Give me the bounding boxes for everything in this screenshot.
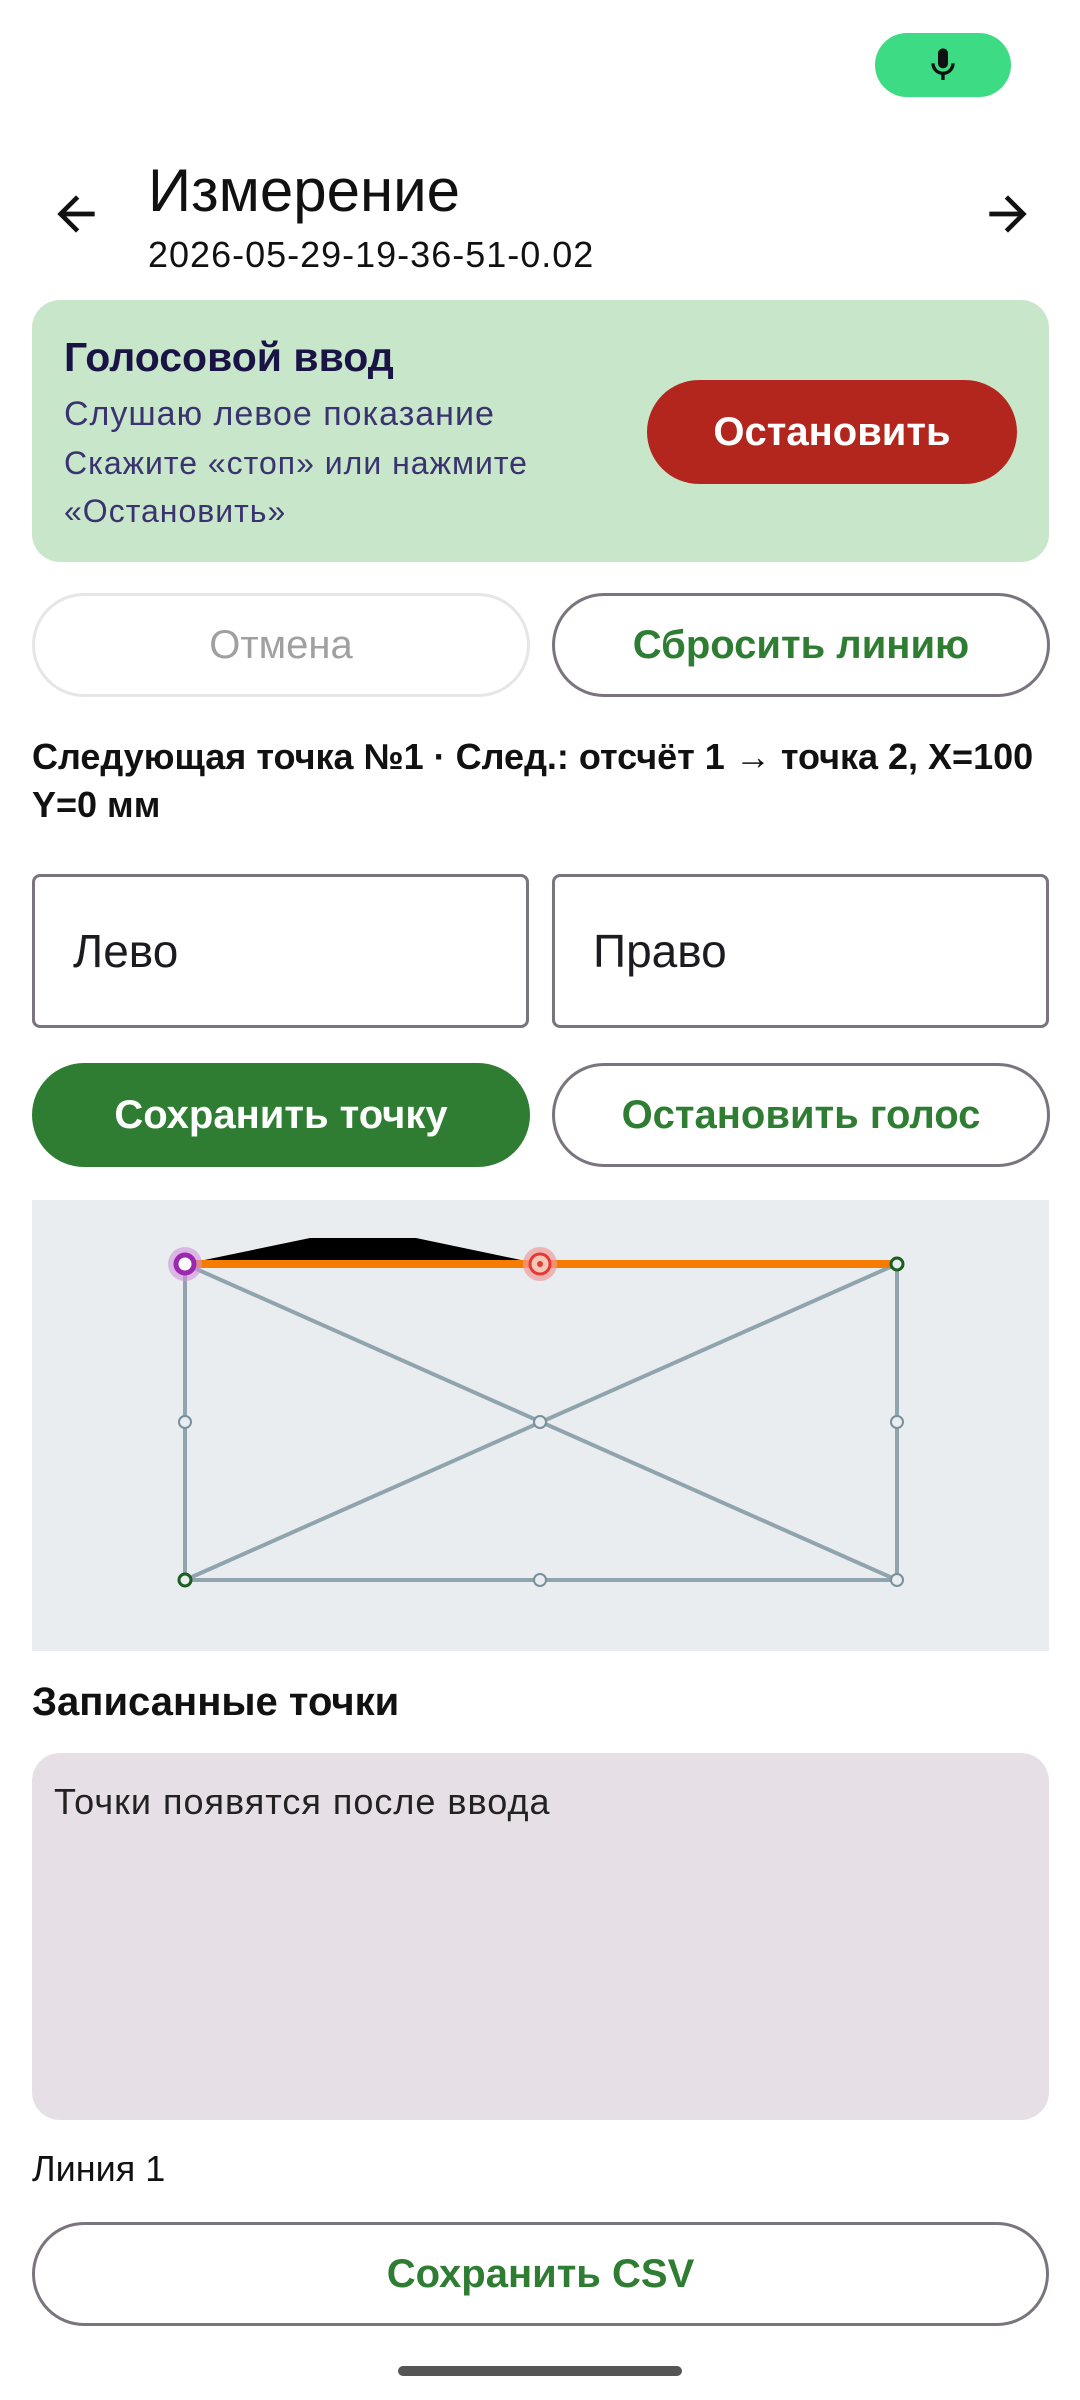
voice-title: Голосовой ввод bbox=[64, 334, 394, 380]
measurement-diagram[interactable] bbox=[32, 1200, 1049, 1651]
left-reading-input[interactable] bbox=[35, 877, 526, 1025]
reset-line-button[interactable]: Сбросить линию bbox=[552, 593, 1050, 697]
line-label: Линия 1 bbox=[32, 2148, 166, 2189]
center-point bbox=[533, 1415, 547, 1429]
corner-top-right bbox=[889, 1256, 905, 1272]
recorded-points-list: Точки появятся после ввода bbox=[32, 1753, 1049, 2120]
recorded-points-heading: Записанные точки bbox=[32, 1680, 400, 1724]
current-point bbox=[173, 1252, 197, 1276]
mid-point-left bbox=[178, 1415, 192, 1429]
forward-button[interactable] bbox=[980, 186, 1036, 242]
save-point-button[interactable]: Сохранить точку bbox=[32, 1063, 530, 1167]
stop-voice-outline-button[interactable]: Остановить голос bbox=[552, 1063, 1050, 1167]
right-reading-input[interactable] bbox=[555, 877, 1046, 1025]
next-point-info: Следующая точка №1 · След.: отсчёт 1 → т… bbox=[32, 736, 1034, 825]
mic-button[interactable] bbox=[875, 33, 1011, 97]
cancel-button[interactable]: Отмена bbox=[32, 593, 530, 697]
recorded-points-empty: Точки появятся после ввода bbox=[54, 1781, 551, 1822]
voice-status: Слушаю левое показание bbox=[64, 395, 495, 433]
mid-point-right bbox=[890, 1415, 904, 1429]
measurement-id: 2026-05-29-19-36-51-0.02 bbox=[148, 234, 595, 275]
arrow-forward-icon bbox=[989, 195, 1027, 233]
save-csv-button[interactable]: Сохранить CSV bbox=[32, 2222, 1049, 2326]
diagram-canvas bbox=[168, 1238, 905, 1588]
arrow-back-icon bbox=[57, 195, 95, 233]
voice-hint-line1: Скажите «стоп» или нажмите bbox=[64, 445, 528, 481]
corner-bottom-right bbox=[890, 1573, 904, 1587]
stop-voice-button[interactable]: Остановить bbox=[647, 380, 1017, 484]
mid-point-bottom bbox=[533, 1573, 547, 1587]
left-reading-field[interactable] bbox=[32, 874, 529, 1028]
voice-input-card: Голосовой ввод Слушаю левое показание Ск… bbox=[32, 300, 1049, 562]
corner-bottom-left bbox=[177, 1572, 193, 1588]
mic-icon bbox=[931, 48, 955, 80]
page-title: Измерение bbox=[148, 157, 461, 224]
back-button[interactable] bbox=[48, 186, 104, 242]
right-reading-field[interactable] bbox=[552, 874, 1049, 1028]
voice-hint-line2: «Остановить» bbox=[64, 493, 287, 529]
next-point-dot bbox=[537, 1261, 543, 1267]
home-indicator[interactable] bbox=[398, 2366, 682, 2376]
